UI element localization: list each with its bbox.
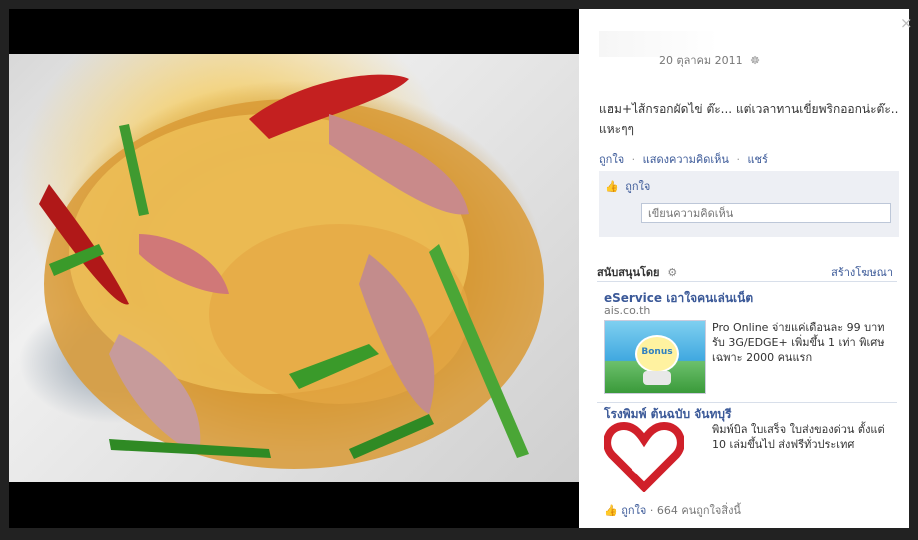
gear-icon[interactable]: ⚙: [667, 266, 677, 279]
ad-image-bonus[interactable]: Bonus: [604, 320, 706, 394]
car-graphic: [643, 371, 671, 385]
heart-logo-icon: [604, 422, 684, 492]
ad-like-separator: ·: [649, 504, 654, 517]
comment-input[interactable]: [641, 203, 891, 223]
ad-body-printing: พิมพ์บิล ใบเสร็จ ใบส่งของด่วน ตั้งแต่ 10…: [712, 423, 885, 451]
ad-body-eservice: Pro Online จ่ายแค่เดือนละ 99 บาทรับ 3G/E…: [712, 321, 885, 364]
create-ad-link[interactable]: สร้างโฆษณา: [831, 263, 893, 281]
photo-details-panel: 20 ตุลาคม 2011 ☸ แฮม+ไส้กรอกผัดไข่ ต๊ะ..…: [579, 9, 909, 528]
action-separator: ·: [631, 153, 636, 166]
ad-like-link[interactable]: ถูกใจ: [621, 504, 646, 517]
ad-divider: [597, 402, 897, 403]
ad-url[interactable]: ais.co.th: [604, 304, 650, 317]
photo-viewer: [9, 9, 579, 528]
like-link[interactable]: ถูกใจ: [599, 153, 624, 166]
comment-link[interactable]: แสดงความคิดเห็น: [643, 153, 729, 166]
post-date-text: 20 ตุลาคม 2011: [659, 54, 743, 67]
like-comment-box: 👍 ถูกใจ: [599, 171, 899, 237]
thumbs-up-icon: 👍: [604, 504, 618, 517]
close-icon[interactable]: ×: [900, 14, 913, 32]
post-date: 20 ตุลาคม 2011 ☸: [659, 51, 760, 69]
share-link[interactable]: แชร์: [747, 153, 767, 166]
post-caption: แฮม+ไส้กรอกผัดไข่ ต๊ะ... แต่เวลาทานเขี่ย…: [599, 102, 899, 136]
sponsored-divider: [597, 281, 897, 282]
ad-image-heart[interactable]: [604, 422, 704, 494]
like-summary: 👍 ถูกใจ: [605, 177, 650, 195]
bonus-badge: Bonus: [635, 335, 679, 373]
ad-like-row: 👍 ถูกใจ · 664 คนถูกใจสิ่งนี้: [604, 501, 741, 519]
food-illustration: [39, 74, 544, 469]
sponsored-heading: สนับสนุนโดย ⚙: [597, 263, 677, 281]
food-photo: [9, 54, 579, 482]
action-separator: ·: [736, 153, 740, 166]
ad-like-count: 664 คนถูกใจสิ่งนี้: [656, 504, 741, 517]
like-summary-label[interactable]: ถูกใจ: [625, 180, 650, 193]
privacy-globe-icon[interactable]: ☸: [750, 54, 760, 67]
thumbs-up-icon: 👍: [605, 180, 619, 193]
post-actions: ถูกใจ · แสดงความคิดเห็น · แชร์: [599, 150, 768, 168]
sponsored-heading-text: สนับสนุนโดย: [597, 266, 660, 279]
